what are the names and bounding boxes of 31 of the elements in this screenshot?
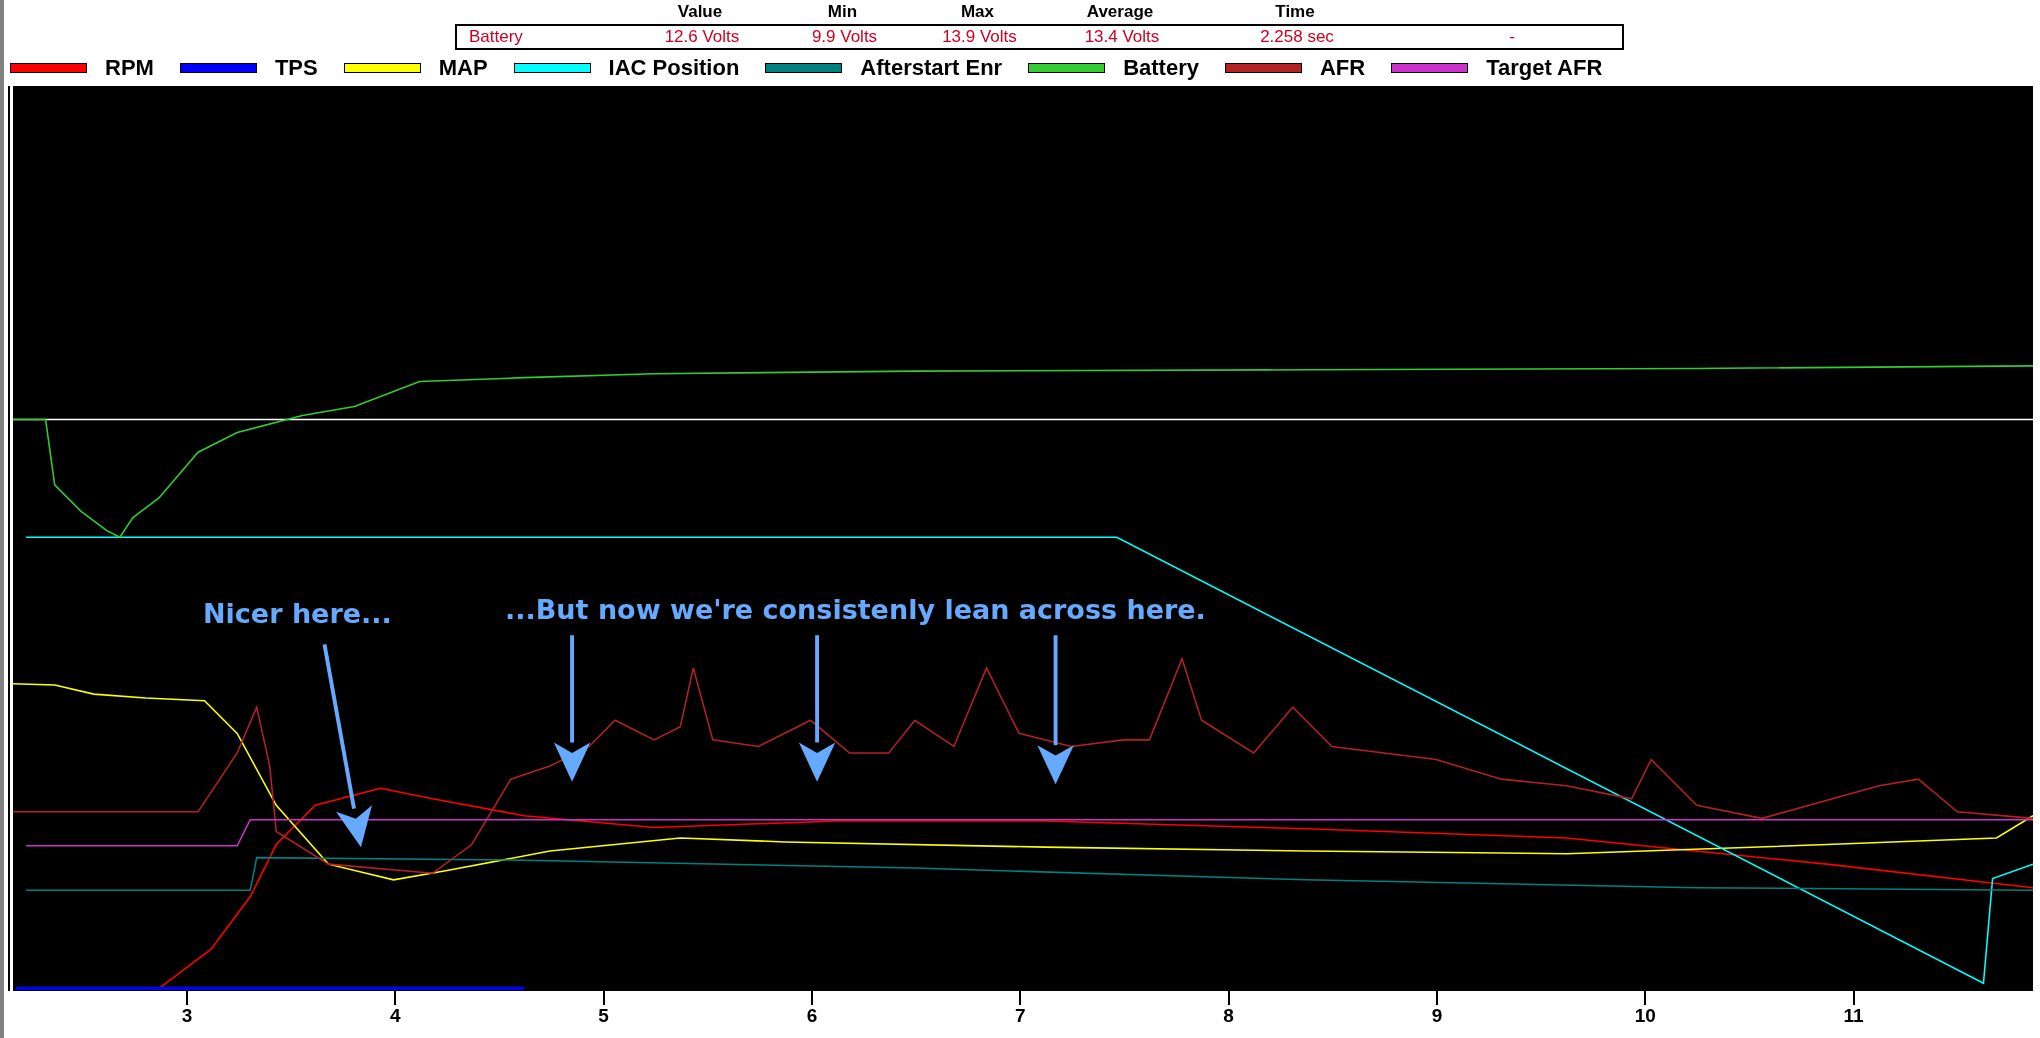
column-header: Time [1274, 2, 1316, 22]
axis-tick-label: 3 [180, 1005, 194, 1027]
readout-value: 12.6 Volts [663, 27, 741, 47]
column-header: Value [676, 2, 724, 22]
column-header: Average [1085, 2, 1155, 22]
axis-tick-label: 9 [1430, 1005, 1444, 1027]
legend-label: TPS [274, 55, 318, 81]
annotation-text: ...But now we're consistenly lean across here. [505, 594, 1206, 625]
legend-label: RPM [105, 55, 154, 81]
axis-tick-label: 10 [1633, 1005, 1657, 1027]
axis-tick-label: 4 [389, 1005, 402, 1027]
column-header: Min [826, 2, 859, 22]
readout-value: 9.9 Volts [810, 27, 879, 47]
axis-tick-label: 6 [805, 1005, 819, 1027]
channel-name: Battery [468, 27, 524, 47]
legend-label: AFR [1320, 55, 1366, 81]
annotation-text: Nicer here... [203, 598, 392, 629]
readout-value: 13.9 Volts [941, 27, 1018, 47]
legend-label: Afterstart Enr [860, 55, 1003, 81]
column-header: Max [959, 2, 996, 22]
axis-tick-label: 7 [1014, 1005, 1027, 1027]
readout-value: 13.4 Volts [1083, 27, 1161, 47]
legend-label: Target AFR [1486, 55, 1603, 81]
legend-label: MAP [438, 55, 488, 81]
readout-value: - [1508, 27, 1516, 47]
legend-label: Battery [1123, 55, 1199, 81]
axis-tick-label: 11 [1842, 1005, 1865, 1027]
axis-tick-label: 5 [597, 1005, 610, 1027]
legend-label: IAC Position [608, 55, 740, 81]
readout-value: 2.258 sec [1259, 27, 1335, 47]
axis-tick-label: 8 [1222, 1005, 1235, 1027]
